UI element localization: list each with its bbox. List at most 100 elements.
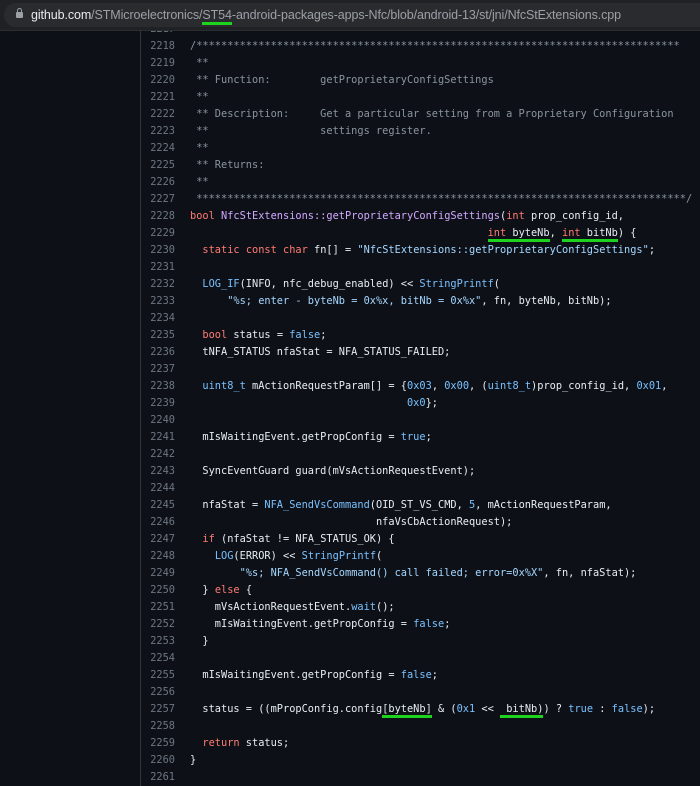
url-path-owner: /STMicroelectronics/ — [91, 8, 203, 22]
code-token: ** Returns: — [190, 158, 265, 171]
code-token: fn[] = — [307, 243, 358, 256]
line-number[interactable]: 2251 — [141, 599, 175, 616]
code-text: int byteNb, int bitNb) { — [175, 225, 636, 242]
code-lines: 22172218 /*******************************… — [141, 30, 700, 786]
code-token: } — [190, 634, 209, 647]
code-text: return status; — [175, 735, 289, 752]
code-token: ** — [190, 175, 209, 188]
code-text: "%s; enter - byteNb = 0x%x, bitNb = 0x%x… — [175, 293, 611, 310]
code-token: NFA_SendVsCommand — [264, 498, 370, 511]
line-number[interactable]: 2219 — [141, 55, 175, 72]
code-token: } — [190, 753, 197, 766]
line-number[interactable]: 2248 — [141, 548, 175, 565]
code-text: 0x0}; — [175, 395, 438, 412]
code-line: 2237 — [141, 361, 700, 378]
code-token: (INFO, nfc_debug_enabled) << — [239, 277, 420, 290]
line-number[interactable]: 2230 — [141, 242, 175, 259]
line-number[interactable]: 2231 — [141, 259, 175, 276]
line-number[interactable]: 2223 — [141, 123, 175, 140]
code-line: 2219 ** — [141, 55, 700, 72]
line-number[interactable]: 2240 — [141, 412, 175, 429]
code-view: 22172218 /*******************************… — [141, 30, 700, 786]
line-number[interactable]: 2237 — [141, 361, 175, 378]
code-text: bool status = false; — [175, 327, 326, 344]
code-token: 0x00 — [444, 379, 470, 392]
line-number[interactable]: 2218 — [141, 38, 175, 55]
file-tree-sidebar — [0, 31, 141, 786]
line-number[interactable]: 2238 — [141, 378, 175, 395]
line-number[interactable]: 2224 — [141, 140, 175, 157]
line-number[interactable]: 2241 — [141, 429, 175, 446]
line-number[interactable]: 2232 — [141, 276, 175, 293]
code-token: mVsActionRequestEvent. — [190, 600, 352, 613]
code-line: 2228 bool NfcStExtensions::getProprietary… — [141, 208, 700, 225]
line-number[interactable]: 2258 — [141, 718, 175, 735]
line-number[interactable]: 2245 — [141, 497, 175, 514]
line-number[interactable]: 2239 — [141, 395, 175, 412]
line-number[interactable]: 2253 — [141, 633, 175, 650]
line-number[interactable]: 2250 — [141, 582, 175, 599]
code-text: if (nfaStat != NFA_STATUS_OK) { — [175, 531, 394, 548]
code-line: 2253 } — [141, 633, 700, 650]
line-number[interactable]: 2254 — [141, 650, 175, 667]
line-number[interactable]: 2229 — [141, 225, 175, 242]
code-line: 2238 uint8_t mActionRequestParam[] = { 0x… — [141, 378, 700, 395]
line-number[interactable]: 2257 — [141, 701, 175, 718]
code-text: nfaStat = NFA_SendVsCommand(OID_ST_VS_CM… — [175, 497, 612, 514]
url-path-rest: -android-packages-apps-Nfc/blob/android-… — [231, 8, 622, 22]
line-number[interactable]: 2235 — [141, 327, 175, 344]
line-number[interactable]: 2260 — [141, 752, 175, 769]
code-line: 2257 status = ((mPropConfig.config[byteN… — [141, 701, 700, 718]
code-line: 2233 "%s; enter - byteNb = 0x%x, bitNb =… — [141, 293, 700, 310]
url-field[interactable]: github.com/STMicroelectronics/ST54-andro… — [4, 3, 700, 27]
code-text: ** Function: getProprietaryConfigSetting… — [175, 72, 494, 89]
code-token: mActionRequestParam[] = { — [245, 379, 407, 392]
line-number[interactable]: 2227 — [141, 191, 175, 208]
code-text: ** — [175, 55, 208, 72]
line-number[interactable]: 2255 — [141, 667, 175, 684]
line-number[interactable]: 2244 — [141, 480, 175, 497]
code-token: ; — [320, 328, 327, 341]
line-number[interactable]: 2261 — [141, 769, 175, 786]
code-token: uint8_t — [487, 379, 532, 392]
code-token: , mActionRequestParam, — [475, 498, 612, 511]
line-number[interactable]: 2242 — [141, 446, 175, 463]
code-token: ** — [190, 141, 209, 154]
url-host: github.com — [31, 8, 92, 22]
line-number[interactable]: 2220 — [141, 72, 175, 89]
line-number[interactable]: 2249 — [141, 565, 175, 582]
line-number[interactable]: 2222 — [141, 106, 175, 123]
line-number[interactable]: 2233 — [141, 293, 175, 310]
line-number[interactable]: 2243 — [141, 463, 175, 480]
line-number[interactable]: 2236 — [141, 344, 175, 361]
line-number[interactable]: 2226 — [141, 174, 175, 191]
code-token: ** Function: getProprietaryConfigSetting… — [190, 73, 494, 86]
code-text: } — [175, 633, 209, 650]
line-number[interactable]: 2217 — [141, 30, 175, 38]
line-number[interactable]: 2259 — [141, 735, 175, 752]
line-number[interactable]: 2228 — [141, 208, 175, 225]
code-token: , fn, nfaStat); — [543, 566, 637, 579]
highlighted-token: [byteNb] — [382, 702, 432, 718]
code-line: 2245 nfaStat = NFA_SendVsCommand(OID_ST_… — [141, 497, 700, 514]
line-number[interactable]: 2247 — [141, 531, 175, 548]
url-text[interactable]: github.com/STMicroelectronics/ST54-andro… — [31, 8, 622, 25]
code-token: tNFA_STATUS nfaStat = NFA_STATUS_FAILED; — [190, 345, 451, 358]
line-number[interactable]: 2256 — [141, 684, 175, 701]
highlighted-token: int — [487, 226, 507, 242]
line-number[interactable]: 2234 — [141, 310, 175, 327]
line-number[interactable]: 2246 — [141, 514, 175, 531]
line-number[interactable]: 2225 — [141, 157, 175, 174]
code-token: 0x01 — [636, 379, 662, 392]
code-token: if — [202, 532, 215, 545]
code-token: ** — [190, 90, 209, 103]
line-number[interactable]: 2252 — [141, 616, 175, 633]
line-number[interactable]: 2221 — [141, 89, 175, 106]
code-line: 2255 mIsWaitingEvent.getPropConfig = fal… — [141, 667, 700, 684]
